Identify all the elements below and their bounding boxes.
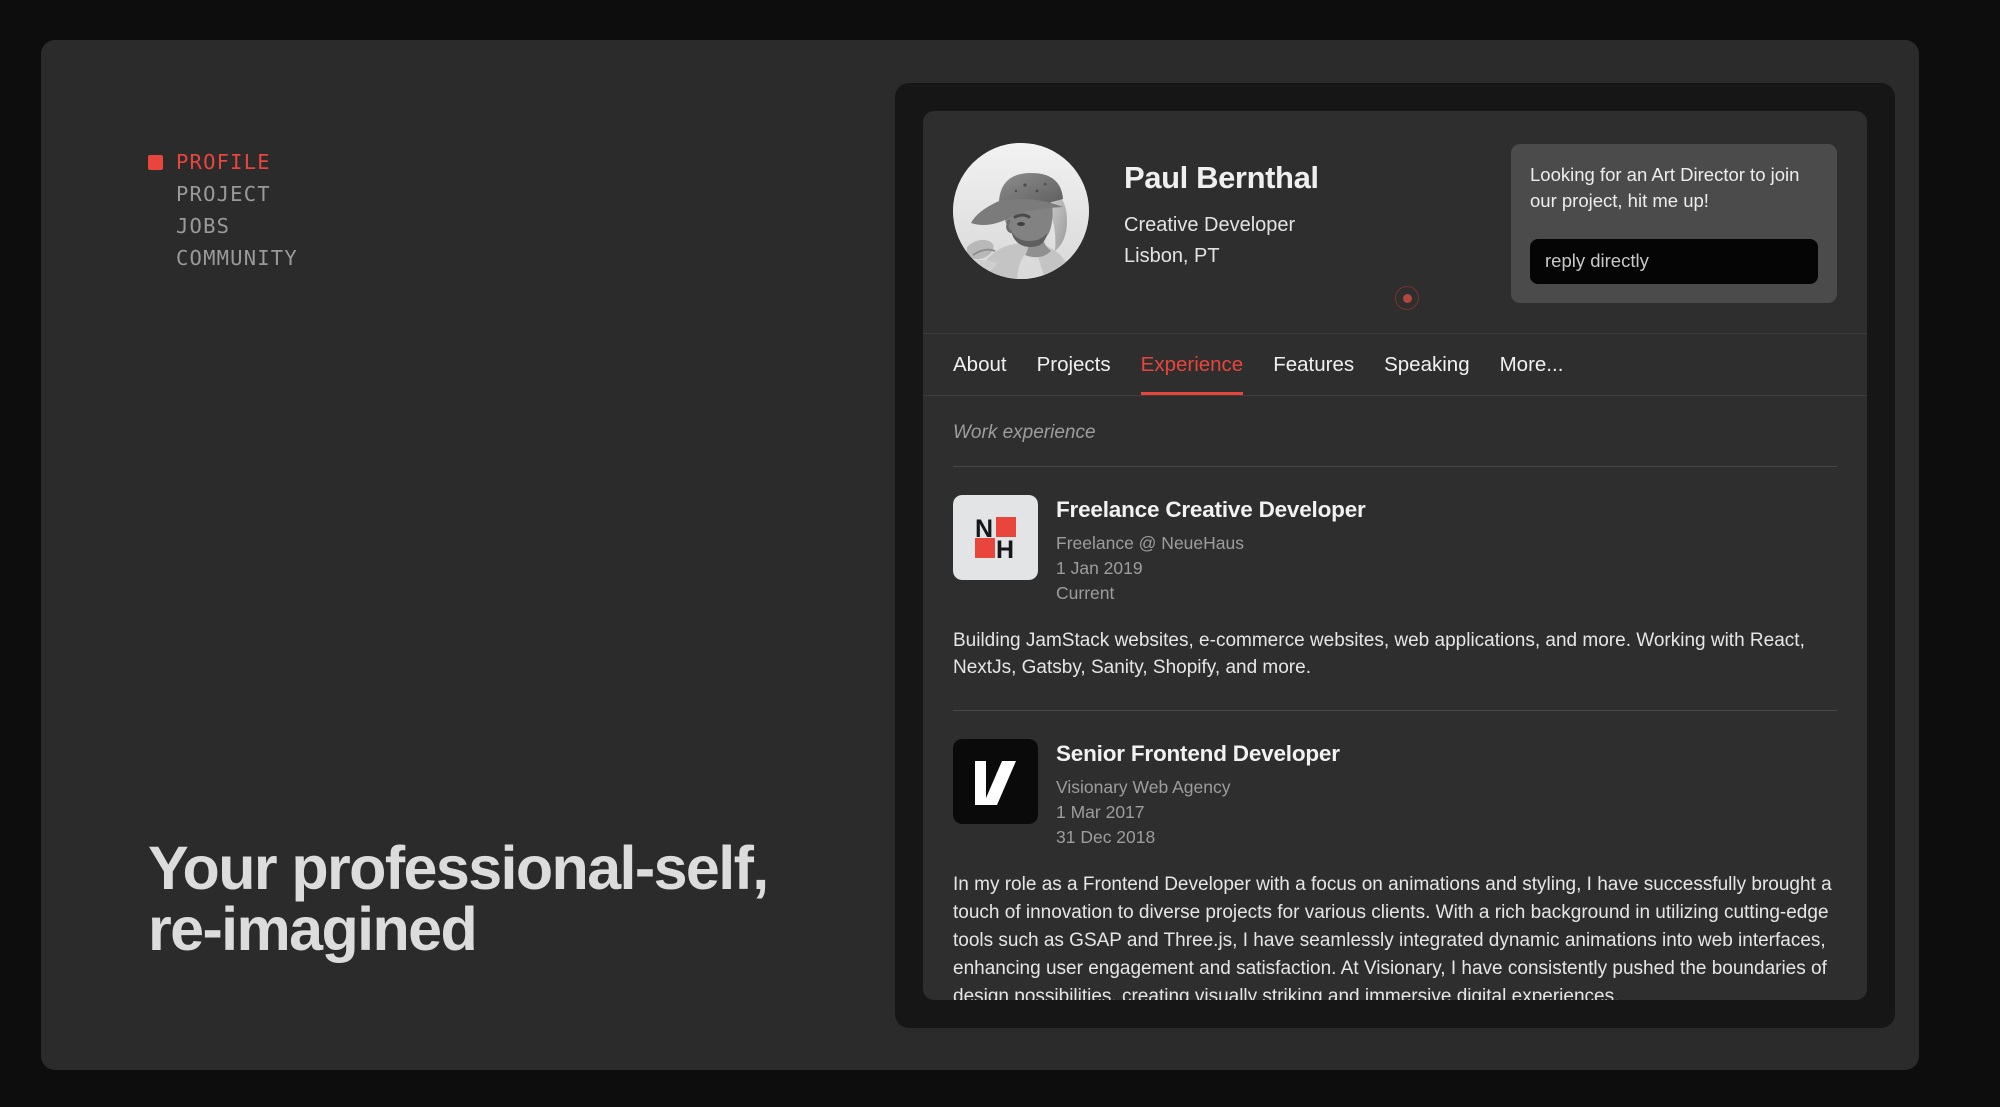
visionary-logo-icon — [953, 739, 1038, 825]
tab-label: Speaking — [1384, 352, 1470, 376]
tab-experience[interactable]: Experience — [1140, 334, 1244, 395]
section-label: Work experience — [953, 396, 1837, 467]
job-title: Senior Frontend Developer — [1056, 741, 1340, 767]
experience-item: Senior Frontend Developer Visionary Web … — [953, 710, 1837, 1000]
job-start-date: 1 Jan 2019 — [1056, 557, 1143, 578]
avatar-photo — [953, 143, 1089, 279]
loading-indicator-icon — [1395, 286, 1419, 310]
experience-item: N H Freelance Creative Developer Freelan… — [953, 467, 1837, 682]
tab-about[interactable]: About — [953, 334, 1007, 395]
job-start-date: 1 Mar 2017 — [1056, 802, 1145, 823]
job-company: Freelance @ NeueHaus — [1056, 533, 1244, 553]
page-headline: Your professional-self, re-imagined — [148, 834, 769, 963]
primary-nav: PROFILE PROJECT JOBS COMMUNITY — [148, 146, 298, 274]
message-text: Looking for an Art Director to join our … — [1530, 164, 1800, 212]
tab-label: About — [953, 352, 1007, 376]
profile-card: Paul Bernthal Creative Developer Lisbon,… — [923, 111, 1867, 1000]
active-bullet-icon — [148, 154, 163, 170]
tab-features[interactable]: Features — [1273, 334, 1354, 395]
tab-label: Projects — [1036, 352, 1111, 376]
tab-projects[interactable]: Projects — [1037, 334, 1111, 395]
profile-location: Lisbon, PT — [1124, 245, 1220, 268]
identity-block: Paul Bernthal Creative Developer Lisbon,… — [1124, 137, 1511, 270]
avatar — [953, 143, 1089, 279]
svg-text:H: H — [996, 536, 1014, 564]
profile-preview-shell: Paul Bernthal Creative Developer Lisbon,… — [895, 83, 1895, 1028]
nav-item-profile[interactable]: PROFILE — [148, 146, 298, 178]
experience-panel: Work experience N H Freelance Creative D… — [923, 396, 1867, 1000]
main-panel: PROFILE PROJECT JOBS COMMUNITY Your prof… — [41, 40, 1919, 1070]
tab-label: Features — [1273, 352, 1355, 376]
experience-item-meta: Freelance Creative Developer Freelance @… — [1056, 495, 1366, 606]
job-description: Building JamStack websites, e-commerce w… — [953, 629, 1805, 679]
job-end-date: Current — [1056, 582, 1115, 603]
nav-item-community[interactable]: COMMUNITY — [148, 242, 298, 274]
profile-role: Creative Developer — [1124, 214, 1296, 237]
tab-label: Experience — [1140, 352, 1244, 376]
neuehaus-logo-icon: N H — [953, 495, 1038, 580]
message-card: Looking for an Art Director to join our … — [1511, 144, 1837, 303]
experience-item-head: N H Freelance Creative Developer Freelan… — [953, 495, 1837, 606]
experience-item-head: Senior Frontend Developer Visionary Web … — [953, 739, 1837, 850]
screen: PROFILE PROJECT JOBS COMMUNITY Your prof… — [0, 0, 2000, 1107]
nav-item-label: JOBS — [176, 214, 231, 238]
profile-name: Paul Bernthal — [1124, 160, 1319, 195]
job-company: Visionary Web Agency — [1056, 777, 1231, 798]
loading-dot-icon — [1402, 293, 1412, 303]
nav-item-jobs[interactable]: JOBS — [148, 210, 298, 242]
nav-item-label: PROJECT — [176, 182, 271, 206]
job-description: In my role as a Frontend Developer with … — [953, 873, 1832, 1000]
nav-item-label: PROFILE — [176, 150, 271, 174]
nav-item-project[interactable]: PROJECT — [148, 178, 298, 210]
svg-text:N: N — [975, 515, 993, 543]
tab-label: More... — [1499, 352, 1564, 376]
nav-item-label: COMMUNITY — [176, 246, 298, 270]
job-title: Freelance Creative Developer — [1056, 497, 1366, 522]
tab-more[interactable]: More... — [1500, 334, 1564, 395]
tab-speaking[interactable]: Speaking — [1384, 334, 1469, 395]
experience-item-meta: Senior Frontend Developer Visionary Web … — [1056, 739, 1340, 850]
profile-header: Paul Bernthal Creative Developer Lisbon,… — [923, 111, 1867, 334]
profile-tabs: About Projects Experience Features Speak… — [923, 334, 1867, 396]
left-column: PROFILE PROJECT JOBS COMMUNITY Your prof… — [41, 40, 891, 1070]
job-end-date: 31 Dec 2018 — [1056, 827, 1156, 848]
reply-directly-input[interactable] — [1530, 238, 1818, 284]
